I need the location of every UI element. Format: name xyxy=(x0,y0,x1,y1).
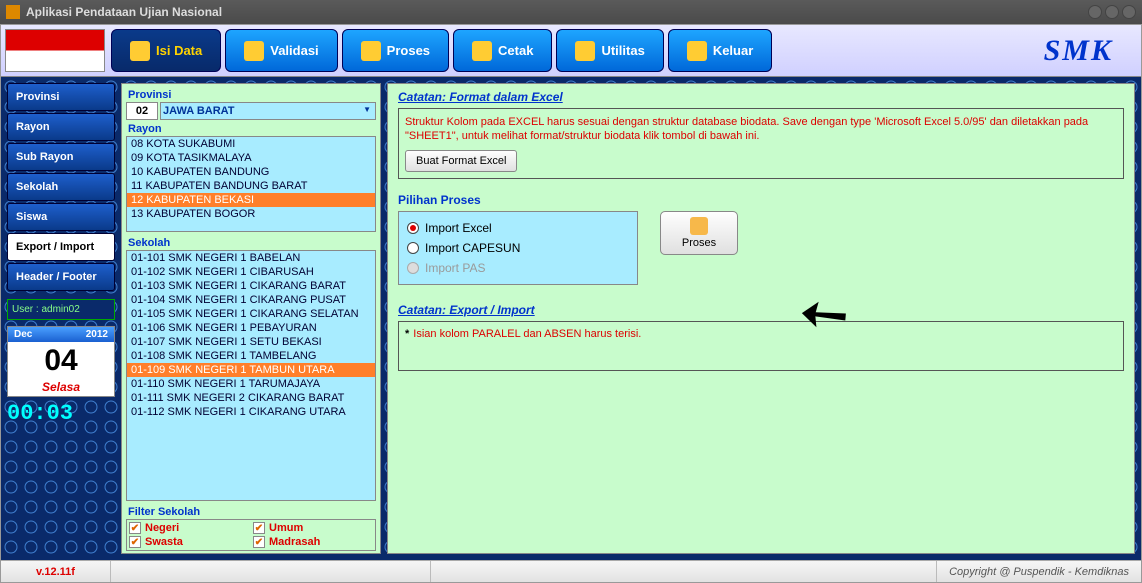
nav-header-footer[interactable]: Header / Footer xyxy=(7,263,115,291)
nav-rayon[interactable]: Rayon xyxy=(7,113,115,141)
provinsi-label: Provinsi xyxy=(124,86,378,102)
exit-icon xyxy=(687,41,707,61)
sekolah-item[interactable]: 01-108 SMK NEGERI 1 TAMBELANG xyxy=(127,349,375,363)
nav-export-import[interactable]: Export / Import xyxy=(7,233,115,261)
flag-icon xyxy=(5,29,105,72)
maximize-button[interactable] xyxy=(1105,5,1119,19)
radio-icon xyxy=(407,262,419,274)
catatan-export-body: Isian kolom PARALEL dan ABSEN harus teri… xyxy=(413,328,641,340)
rayon-item[interactable]: 08 KOTA SUKABUMI xyxy=(127,137,375,151)
radio-import-pas: Import PAS xyxy=(407,258,623,278)
clock: 00:03 xyxy=(7,401,115,426)
cal-year: 2012 xyxy=(86,329,108,340)
sekolah-item[interactable]: 01-105 SMK NEGERI 1 CIKARANG SELATAN xyxy=(127,307,375,321)
radio-icon xyxy=(407,242,419,254)
rayon-item[interactable]: 10 KABUPATEN BANDUNG xyxy=(127,165,375,179)
menu-proses[interactable]: Proses xyxy=(342,29,449,72)
wrench-icon xyxy=(575,41,595,61)
catatan-export-title: Catatan: Export / Import xyxy=(398,303,1124,317)
menu-validasi[interactable]: Validasi xyxy=(225,29,337,72)
close-button[interactable] xyxy=(1122,5,1136,19)
sekolah-listbox[interactable]: 01-101 SMK NEGERI 1 BABELAN01-102 SMK NE… xyxy=(126,250,376,501)
cal-day: 04 xyxy=(8,342,114,380)
selection-panel: Provinsi 02 JAWA BARAT Rayon 08 KOTA SUK… xyxy=(121,83,381,554)
menu-keluar[interactable]: Keluar xyxy=(668,29,772,72)
window-title: Aplikasi Pendataan Ujian Nasional xyxy=(26,5,222,19)
radio-icon xyxy=(407,222,419,234)
calendar-widget: Dec 2012 04 Selasa xyxy=(7,326,115,397)
radio-import-capesun[interactable]: Import CAPESUN xyxy=(407,238,623,258)
pilihan-proses-title: Pilihan Proses xyxy=(398,193,1124,207)
chk-umum[interactable]: ✔Umum xyxy=(253,522,373,534)
sekolah-item[interactable]: 01-107 SMK NEGERI 1 SETU BEKASI xyxy=(127,335,375,349)
filter-label: Filter Sekolah xyxy=(124,503,378,519)
rayon-item[interactable]: 11 KABUPATEN BANDUNG BARAT xyxy=(127,179,375,193)
minimize-button[interactable] xyxy=(1088,5,1102,19)
version-label: v.12.11f xyxy=(1,561,111,582)
chk-madrasah[interactable]: ✔Madrasah xyxy=(253,536,373,548)
rayon-item[interactable]: 09 KOTA TASIKMALAYA xyxy=(127,151,375,165)
nav-siswa[interactable]: Siswa xyxy=(7,203,115,231)
radio-import-excel[interactable]: Import Excel xyxy=(407,218,623,238)
app-logo: SMK xyxy=(1016,25,1141,76)
side-nav: Provinsi Rayon Sub Rayon Sekolah Siswa E… xyxy=(7,83,115,554)
copyright-label: Copyright @ Puspendik - Kemdiknas xyxy=(936,561,1141,582)
sekolah-item[interactable]: 01-103 SMK NEGERI 1 CIKARANG BARAT xyxy=(127,279,375,293)
proses-button[interactable]: Proses xyxy=(660,211,738,255)
window-titlebar: Aplikasi Pendataan Ujian Nasional xyxy=(0,0,1142,24)
app-icon xyxy=(6,5,20,19)
catatan-format-title: Catatan: Format dalam Excel xyxy=(398,90,1124,104)
sekolah-item[interactable]: 01-106 SMK NEGERI 1 PEBAYURAN xyxy=(127,321,375,335)
provinsi-select[interactable]: JAWA BARAT xyxy=(160,102,376,120)
sekolah-item[interactable]: 01-101 SMK NEGERI 1 BABELAN xyxy=(127,251,375,265)
status-bar: v.12.11f Copyright @ Puspendik - Kemdikn… xyxy=(1,560,1141,582)
chk-swasta[interactable]: ✔Swasta xyxy=(129,536,249,548)
printer-icon xyxy=(472,41,492,61)
main-panel: Catatan: Format dalam Excel Struktur Kol… xyxy=(387,83,1135,554)
sekolah-item[interactable]: 01-102 SMK NEGERI 1 CIBARUSAH xyxy=(127,265,375,279)
status-empty xyxy=(111,561,431,582)
rayon-label: Rayon xyxy=(124,120,378,136)
cal-month: Dec xyxy=(14,329,32,340)
pilihan-radio-group: Import Excel Import CAPESUN Import PAS xyxy=(398,211,638,285)
menu-cetak[interactable]: Cetak xyxy=(453,29,552,72)
sekolah-item[interactable]: 01-104 SMK NEGERI 1 CIKARANG PUSAT xyxy=(127,293,375,307)
nav-sub-rayon[interactable]: Sub Rayon xyxy=(7,143,115,171)
checkbox-icon: ✔ xyxy=(129,522,141,534)
rayon-item[interactable]: 13 KABUPATEN BOGOR xyxy=(127,207,375,221)
main-menu-bar: Isi Data Validasi Proses Cetak Utilitas … xyxy=(1,25,1141,77)
chk-negeri[interactable]: ✔Negeri xyxy=(129,522,249,534)
checkbox-icon: ✔ xyxy=(129,536,141,548)
checkbox-icon: ✔ xyxy=(253,536,265,548)
sekolah-item[interactable]: 01-111 SMK NEGERI 2 CIKARANG BARAT xyxy=(127,391,375,405)
catatan-format-box: Struktur Kolom pada EXCEL harus sesuai d… xyxy=(398,108,1124,179)
sekolah-item[interactable]: 01-112 SMK NEGERI 1 CIKARANG UTARA xyxy=(127,405,375,419)
bullet-icon: * xyxy=(405,328,409,340)
check-icon xyxy=(244,41,264,61)
nav-sekolah[interactable]: Sekolah xyxy=(7,173,115,201)
menu-isi-data[interactable]: Isi Data xyxy=(111,29,221,72)
provinsi-code[interactable]: 02 xyxy=(126,102,158,120)
sekolah-item[interactable]: 01-109 SMK NEGERI 1 TAMBUN UTARA xyxy=(127,363,375,377)
checkbox-icon: ✔ xyxy=(253,522,265,534)
rayon-listbox[interactable]: 08 KOTA SUKABUMI09 KOTA TASIKMALAYA10 KA… xyxy=(126,136,376,232)
sekolah-label: Sekolah xyxy=(124,234,378,250)
filter-box: ✔Negeri ✔Umum ✔Swasta ✔Madrasah xyxy=(126,519,376,551)
book-icon xyxy=(130,41,150,61)
nav-provinsi[interactable]: Provinsi xyxy=(7,83,115,111)
buat-format-excel-button[interactable]: Buat Format Excel xyxy=(405,150,517,172)
worker-icon xyxy=(361,41,381,61)
catatan-format-body: Struktur Kolom pada EXCEL harus sesuai d… xyxy=(405,115,1117,144)
process-icon xyxy=(690,217,708,235)
user-box: User : admin02 xyxy=(7,299,115,320)
cal-dow: Selasa xyxy=(8,380,114,396)
sekolah-item[interactable]: 01-110 SMK NEGERI 1 TARUMAJAYA xyxy=(127,377,375,391)
rayon-item[interactable]: 12 KABUPATEN BEKASI xyxy=(127,193,375,207)
menu-utilitas[interactable]: Utilitas xyxy=(556,29,663,72)
catatan-export-box: * Isian kolom PARALEL dan ABSEN harus ter… xyxy=(398,321,1124,371)
